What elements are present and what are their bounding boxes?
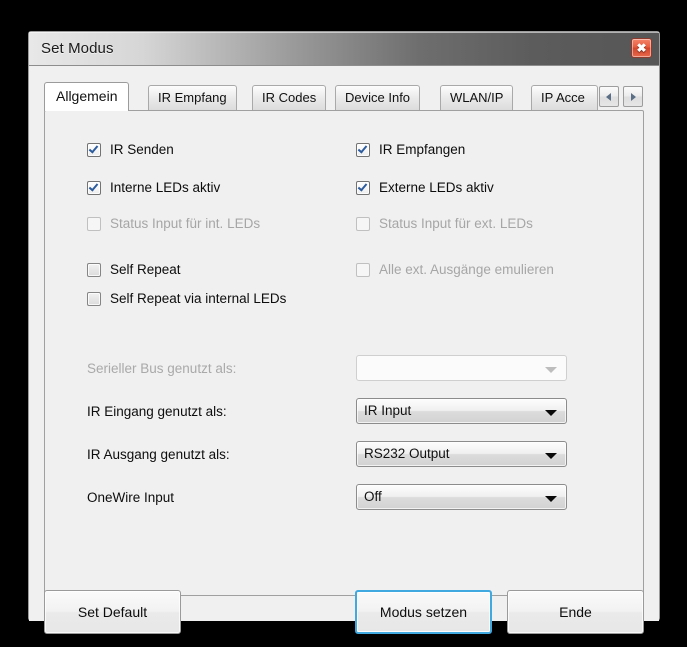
combobox-onewire-input[interactable]: Off — [356, 484, 567, 510]
checkbox-status-input-ext-leds — [356, 216, 370, 231]
tab-device-info[interactable]: Device Info — [335, 85, 421, 110]
combobox-serieller-bus — [356, 355, 567, 381]
checkbox-label: Interne LEDs aktiv — [110, 180, 221, 195]
field-row-onewire-input: OneWire Input — [87, 490, 174, 505]
combobox-value: RS232 Output — [364, 446, 450, 461]
checkbox-status-input-int-leds — [87, 216, 101, 231]
field-row-serieller-bus: Serieller Bus genutzt als: — [87, 361, 236, 376]
checkbox-label: IR Senden — [110, 142, 174, 157]
tab-ir-empfang[interactable]: IR Empfang — [148, 85, 237, 110]
combobox-ir-eingang[interactable]: IR Input — [356, 398, 567, 424]
ende-button[interactable]: Ende — [507, 590, 644, 634]
checkbox-ir-senden[interactable] — [87, 142, 101, 157]
checkbox-row-ir-senden[interactable]: IR Senden — [87, 142, 174, 157]
checkbox-alle-ext-ausgaenge-emulieren — [356, 262, 370, 277]
tab-strip: Allgemein IR Empfang IR Codes Device Inf… — [44, 82, 644, 111]
tab-panel-allgemein: IR Senden Interne LEDs aktiv Status Inpu… — [44, 110, 644, 596]
field-label-ir-eingang: IR Eingang genutzt als: — [87, 404, 227, 419]
checkbox-row-self-repeat[interactable]: Self Repeat — [87, 262, 181, 277]
checkbox-row-alle-ext-ausgaenge-emulieren: Alle ext. Ausgänge emulieren — [356, 262, 554, 277]
chevron-down-icon — [545, 410, 557, 416]
set-default-button[interactable]: Set Default — [44, 590, 181, 634]
modus-setzen-button[interactable]: Modus setzen — [355, 590, 492, 634]
checkbox-label: Externe LEDs aktiv — [379, 180, 494, 195]
combobox-value: Off — [364, 489, 382, 504]
checkbox-label: IR Empfangen — [379, 142, 466, 157]
checkbox-row-externe-leds-aktiv[interactable]: Externe LEDs aktiv — [356, 180, 494, 195]
field-row-ir-ausgang: IR Ausgang genutzt als: — [87, 447, 230, 462]
close-icon[interactable]: ✖ — [631, 38, 652, 58]
field-row-ir-eingang: IR Eingang genutzt als: — [87, 404, 227, 419]
checkbox-interne-leds-aktiv[interactable] — [87, 180, 101, 195]
checkbox-label: Status Input für ext. LEDs — [379, 216, 533, 231]
dialog-body: Allgemein IR Empfang IR Codes Device Inf… — [29, 66, 659, 634]
tab-ip-access[interactable]: IP Acce — [531, 85, 598, 110]
chevron-down-icon — [545, 453, 557, 459]
checkbox-label: Self Repeat via internal LEDs — [110, 291, 287, 306]
window-title: Set Modus — [41, 40, 114, 57]
checkbox-label: Alle ext. Ausgänge emulieren — [379, 262, 554, 277]
combobox-ir-ausgang[interactable]: RS232 Output — [356, 441, 567, 467]
checkbox-row-ir-empfangen[interactable]: IR Empfangen — [356, 142, 465, 157]
checkbox-self-repeat-via-internal-leds[interactable] — [87, 291, 101, 306]
field-label-ir-ausgang: IR Ausgang genutzt als: — [87, 447, 230, 462]
tab-allgemein[interactable]: Allgemein — [44, 82, 130, 111]
checkbox-ir-empfangen[interactable] — [356, 142, 370, 157]
checkbox-label: Status Input für int. LEDs — [110, 216, 261, 231]
close-glyph: ✖ — [636, 41, 647, 55]
dialog-window: Set Modus ✖ Allgemein IR Empfang IR Code… — [28, 31, 660, 634]
chevron-right-icon[interactable] — [623, 86, 643, 107]
chevron-down-icon — [545, 496, 557, 502]
checkbox-self-repeat[interactable] — [87, 262, 101, 277]
chevron-down-icon — [545, 367, 557, 373]
checkbox-row-interne-leds-aktiv[interactable]: Interne LEDs aktiv — [87, 180, 220, 195]
field-label-onewire-input: OneWire Input — [87, 490, 175, 505]
checkbox-row-status-input-ext-leds: Status Input für ext. LEDs — [356, 216, 533, 231]
combobox-value: IR Input — [364, 403, 412, 418]
field-label-serieller-bus: Serieller Bus genutzt als: — [87, 361, 237, 376]
tab-wlan-ip[interactable]: WLAN/IP — [440, 85, 514, 110]
checkbox-row-self-repeat-via-internal-leds[interactable]: Self Repeat via internal LEDs — [87, 291, 286, 306]
checkbox-externe-leds-aktiv[interactable] — [356, 180, 370, 195]
tab-ir-codes[interactable]: IR Codes — [252, 85, 327, 110]
checkbox-row-status-input-int-leds: Status Input für int. LEDs — [87, 216, 260, 231]
title-bar[interactable]: Set Modus ✖ — [29, 32, 659, 66]
chevron-left-icon[interactable] — [599, 86, 619, 107]
checkbox-label: Self Repeat — [110, 262, 181, 277]
